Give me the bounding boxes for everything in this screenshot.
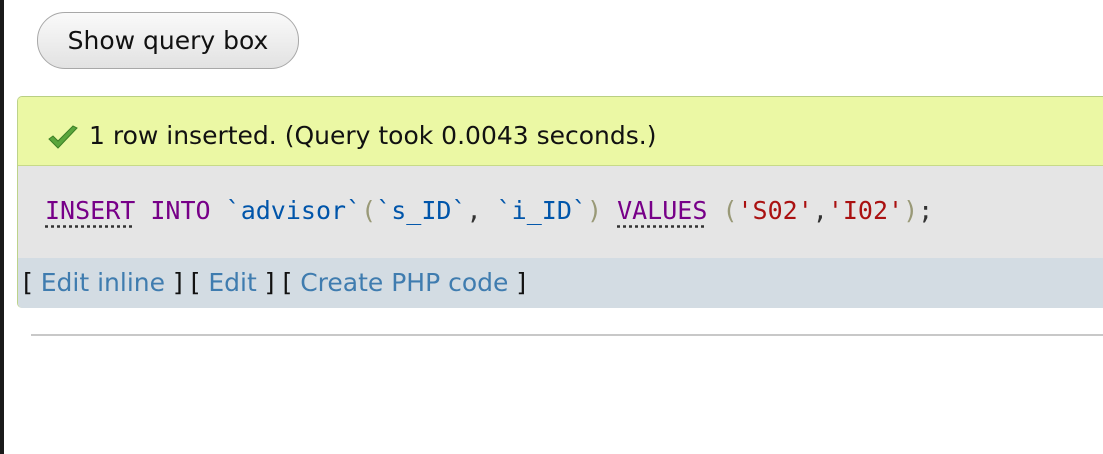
sql-comma: ,	[466, 196, 482, 225]
query-actions: [ Edit inline ] [ Edit ] [ Create PHP co…	[23, 266, 526, 300]
sql-keyword-into: INTO	[150, 196, 211, 225]
sql-column-i-id: `i_ID`	[496, 196, 587, 225]
query-actions-bar: [ Edit inline ] [ Edit ] [ Create PHP co…	[18, 258, 1103, 308]
query-result-panel: 1 row inserted. (Query took 0.0043 secon…	[17, 96, 1103, 308]
horizontal-divider	[31, 334, 1103, 336]
bracket: ]	[172, 268, 183, 297]
bracket: [	[23, 268, 33, 297]
sql-paren-open: (	[722, 196, 738, 225]
bracket: ]	[516, 268, 527, 297]
sql-paren-open: (	[361, 196, 377, 225]
bracket: [	[282, 268, 293, 297]
sql-paren-close: )	[586, 196, 602, 225]
sql-value-s02: 'S02'	[737, 196, 813, 225]
show-query-box-button[interactable]: Show query box	[37, 12, 299, 69]
sql-column-s-id: `s_ID`	[376, 196, 467, 225]
bracket: ]	[264, 268, 275, 297]
sql-query-code: INSERT INTO `advisor`(`s_ID`, `i_ID`) VA…	[45, 194, 933, 228]
window-left-edge	[0, 0, 4, 454]
sql-comma: ,	[812, 196, 828, 225]
sql-semicolon: ;	[918, 196, 934, 225]
edit-inline-link[interactable]: Edit inline	[41, 268, 165, 297]
sql-table-name: `advisor`	[225, 196, 362, 225]
sql-value-i02: 'I02'	[827, 196, 904, 225]
edit-link[interactable]: Edit	[208, 268, 256, 297]
success-message-bar: 1 row inserted. (Query took 0.0043 secon…	[18, 97, 1103, 166]
sql-keyword-values[interactable]: VALUES	[617, 196, 707, 225]
success-message: 1 row inserted. (Query took 0.0043 secon…	[89, 121, 657, 150]
create-php-code-link[interactable]: Create PHP code	[300, 268, 508, 297]
sql-keyword-insert[interactable]: INSERT	[45, 196, 135, 225]
bracket: [	[190, 268, 201, 297]
checkmark-icon	[48, 125, 78, 149]
sql-paren-close: )	[903, 196, 919, 225]
